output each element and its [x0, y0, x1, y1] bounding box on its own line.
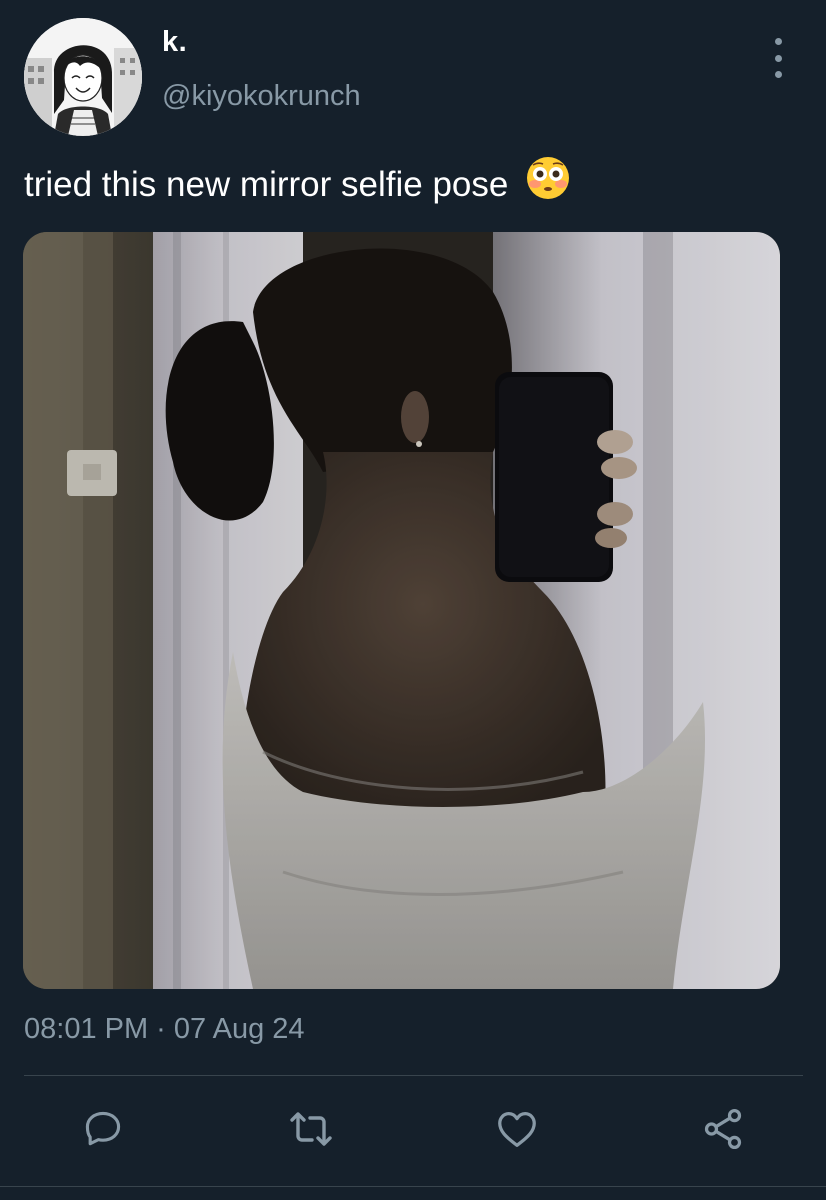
more-options-icon-dot	[774, 71, 782, 78]
display-name[interactable]: k.	[162, 26, 187, 59]
retweet-button[interactable]	[286, 1104, 336, 1154]
flushed-face-emoji	[526, 156, 570, 209]
user-handle[interactable]: @kiyokokrunch	[162, 80, 361, 113]
tweet-media-image[interactable]	[23, 232, 780, 989]
tweet-text-row: tried this new mirror selfie pose	[24, 157, 570, 213]
divider	[24, 1075, 803, 1076]
share-button[interactable]	[698, 1104, 748, 1154]
like-icon	[498, 1112, 536, 1147]
tweet-container: k. @kiyokokrunch tried this new mirror s…	[0, 0, 826, 1200]
more-options-icon	[774, 38, 782, 45]
tweet-actions-bar	[0, 1100, 826, 1160]
more-options-icon-dot	[774, 54, 782, 62]
reply-button[interactable]	[78, 1104, 128, 1154]
bottom-divider	[0, 1186, 826, 1187]
retweet-icon	[290, 1112, 332, 1146]
tweet-timestamp[interactable]: 08:01 PM · 07 Aug 24	[24, 1013, 305, 1046]
reply-icon	[85, 1111, 121, 1146]
tweet-text: tried this new mirror selfie pose	[24, 164, 509, 204]
like-button[interactable]	[492, 1104, 542, 1154]
share-icon	[704, 1108, 742, 1150]
avatar[interactable]	[24, 18, 142, 136]
more-options-button[interactable]	[762, 38, 794, 78]
